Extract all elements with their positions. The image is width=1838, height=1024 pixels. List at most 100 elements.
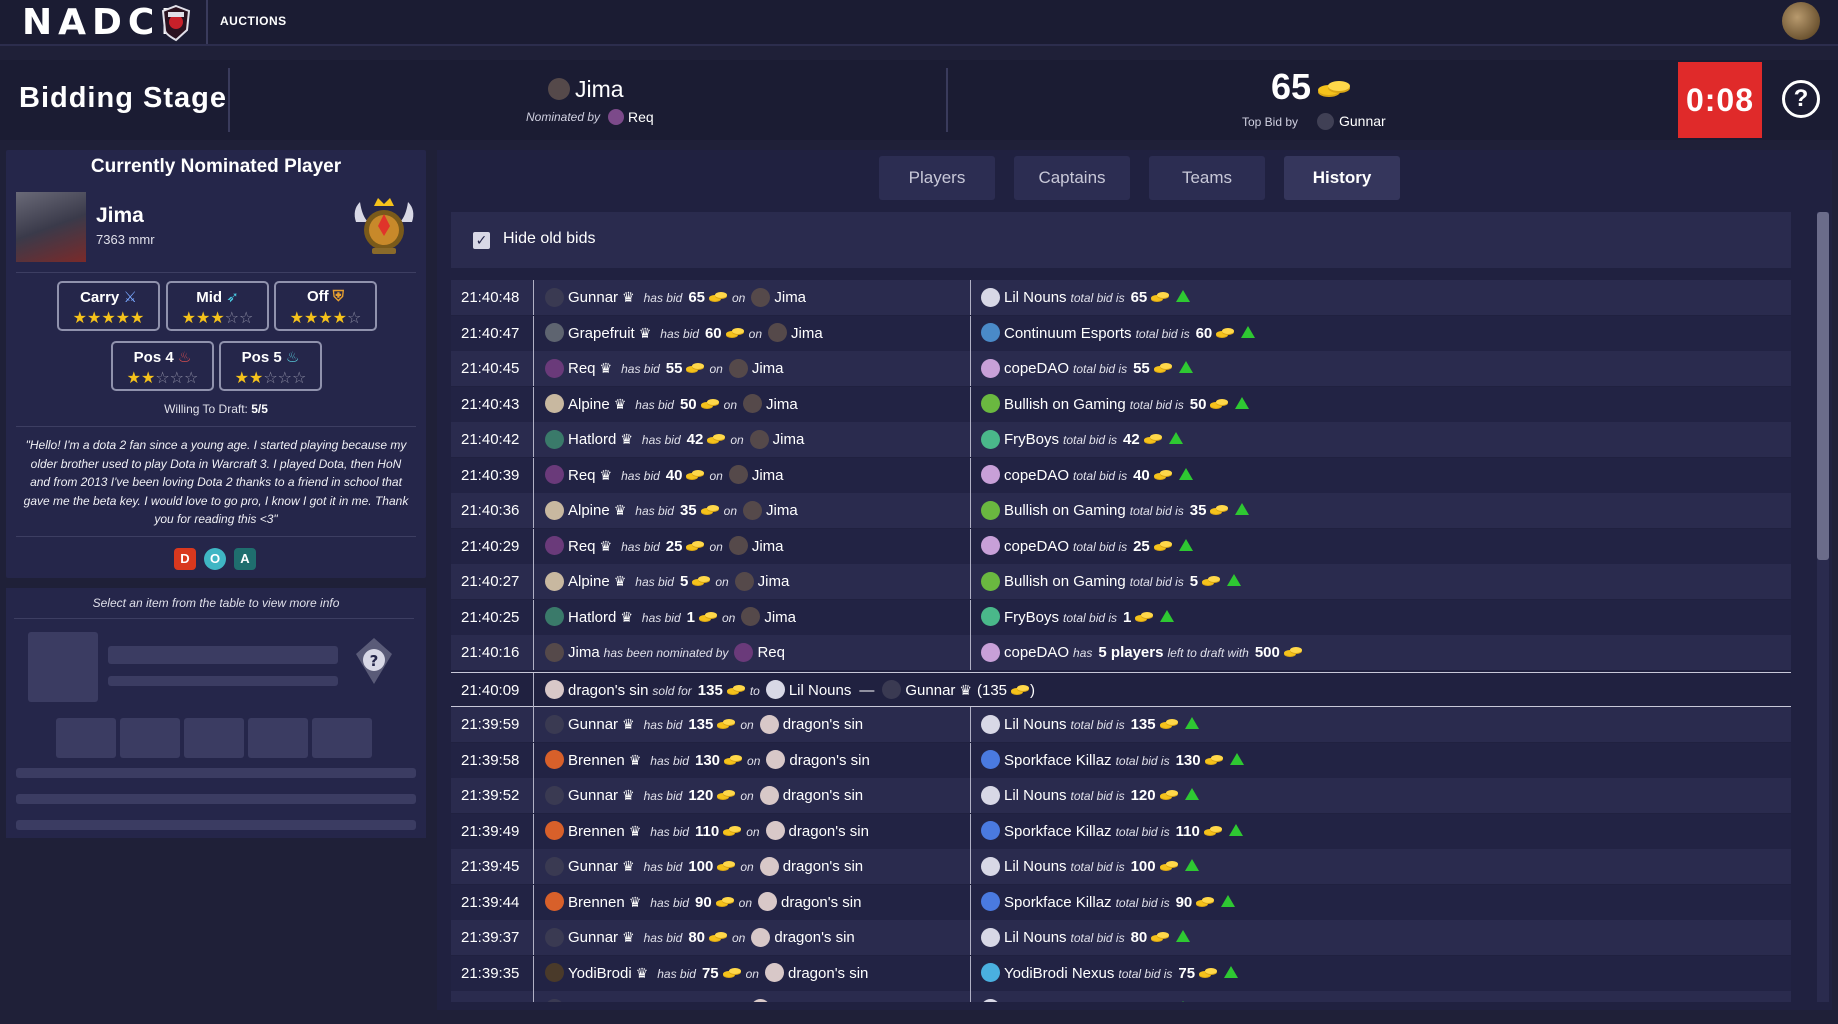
captain-name[interactable]: Gunnar <box>568 289 618 306</box>
player-name[interactable]: dragon's sin <box>788 965 868 982</box>
history-row[interactable]: 21:40:25 Hatlord ♛ has bid 1 on Jima FryBoys tot… <box>451 599 1791 635</box>
team-name[interactable]: Lil Nouns <box>1004 1000 1067 1002</box>
player-name[interactable]: dragon's sin <box>781 894 861 911</box>
tab-teams[interactable]: Teams <box>1149 156 1265 200</box>
captain-name[interactable]: YodiBrodi <box>568 965 632 982</box>
history-row[interactable]: 21:39:52 Gunnar ♛ has bid 120 on dragon's sin L… <box>451 778 1791 813</box>
tab-captains[interactable]: Captains <box>1014 156 1130 200</box>
player-name[interactable]: dragon's sin <box>783 716 863 733</box>
tab-history[interactable]: History <box>1284 156 1400 200</box>
team-name[interactable]: Lil Nouns <box>1004 289 1067 306</box>
captain-name[interactable]: Gunnar <box>568 716 618 733</box>
team-name[interactable]: copeDAO <box>1004 360 1069 377</box>
captain-name[interactable]: Req <box>568 360 596 377</box>
captain-name[interactable]: Hatlord <box>568 431 616 448</box>
player-name[interactable]: Jima <box>752 538 784 555</box>
team-name[interactable]: Lil Nouns <box>789 682 852 699</box>
history-row[interactable]: 21:40:42 Hatlord ♛ has bid 42 on Jima FryBoys to… <box>451 422 1791 457</box>
player-name[interactable]: Jima <box>774 289 806 306</box>
team-name[interactable]: Bullish on Gaming <box>1004 396 1126 413</box>
captain-name[interactable]: Alpine <box>568 502 610 519</box>
history-row[interactable]: 21:39:58 Brennen ♛ has bid 130 on dragon's sin… <box>451 742 1791 778</box>
captain-name[interactable]: Gunnar <box>568 787 618 804</box>
stratz-icon[interactable]: A <box>234 548 256 570</box>
history-row[interactable]: 21:39:37 Gunnar ♛ has bid 80 on dragon's sin Li… <box>451 920 1791 955</box>
captain-name[interactable]: Grapefruit <box>568 325 635 342</box>
history-row[interactable]: 21:40:36 Alpine ♛ has bid 35 on Jima Bullish on… <box>451 493 1791 528</box>
help-icon[interactable]: ? <box>1782 80 1820 118</box>
history-row[interactable]: 21:39:25Gunnar♛has bid70ondragon's sinLi… <box>451 991 1791 1002</box>
player-name[interactable]: Jima <box>758 573 790 590</box>
player-name[interactable]: Jima <box>752 467 784 484</box>
captain-name[interactable]: Brennen <box>568 894 625 911</box>
player-name[interactable]: Jima <box>764 609 796 626</box>
dotabuff-icon[interactable]: D <box>174 548 196 570</box>
team-name[interactable]: Sporkface Killaz <box>1004 752 1112 769</box>
history-row[interactable]: 21:40:27 Alpine ♛ has bid 5 on Jima Bullish on … <box>451 564 1791 599</box>
opendota-icon[interactable]: O <box>204 548 226 570</box>
captain-name[interactable]: Req <box>568 467 596 484</box>
history-row[interactable]: 21:40:45 Req ♛ has bid 55 on Jima copeDAO total … <box>451 351 1791 386</box>
history-row[interactable]: 21:40:43 Alpine ♛ has bid 50 on Jima Bullish on… <box>451 386 1791 422</box>
player-name[interactable]: Jima <box>791 325 823 342</box>
nominee-name[interactable]: Jima <box>575 76 624 103</box>
hide-old-bids-checkbox[interactable]: ✓ <box>473 232 490 249</box>
team-name[interactable]: Lil Nouns <box>1004 716 1067 733</box>
player-name[interactable]: Jima <box>766 396 798 413</box>
history-row[interactable]: 21:40:16 Jima has been nominated by Req cope… <box>451 635 1791 670</box>
history-row[interactable]: 21:39:49 Brennen ♛ has bid 110 on dragon's sin… <box>451 813 1791 849</box>
captain-name[interactable]: Alpine <box>568 396 610 413</box>
team-name[interactable]: copeDAO <box>1004 467 1069 484</box>
user-avatar[interactable] <box>1782 2 1820 40</box>
team-name[interactable]: copeDAO <box>1004 644 1069 661</box>
player-name[interactable]: dragon's sin <box>774 929 854 946</box>
history-row[interactable]: 21:40:29 Req ♛ has bid 25 on Jima copeDAO total … <box>451 528 1791 564</box>
team-name[interactable]: Lil Nouns <box>1004 858 1067 875</box>
player-name[interactable]: dragon's sin <box>783 858 863 875</box>
player-name[interactable]: dragon's sin <box>568 682 648 699</box>
team-name[interactable]: Sporkface Killaz <box>1004 894 1112 911</box>
captain-name[interactable]: Brennen <box>568 823 625 840</box>
team-name[interactable]: Bullish on Gaming <box>1004 502 1126 519</box>
team-name[interactable]: YodiBrodi Nexus <box>1004 965 1114 982</box>
player-name[interactable]: Jima <box>766 502 798 519</box>
player-name[interactable]: dragon's sin <box>783 787 863 804</box>
captain-name[interactable]: Req <box>757 644 785 661</box>
player-name[interactable]: Jima <box>752 360 784 377</box>
tab-players[interactable]: Players <box>879 156 995 200</box>
player-name[interactable]: dragon's sin <box>774 1000 854 1002</box>
history-row[interactable]: 21:39:35 YodiBrodi ♛ has bid 75 on dragon's si… <box>451 955 1791 991</box>
history-scrollbar[interactable] <box>1817 212 1829 1002</box>
team-name[interactable]: copeDAO <box>1004 538 1069 555</box>
scrollbar-thumb[interactable] <box>1817 212 1829 560</box>
captain-name[interactable]: Req <box>568 538 596 555</box>
team-name[interactable]: Bullish on Gaming <box>1004 573 1126 590</box>
nominator-name[interactable]: Req <box>628 109 654 125</box>
history-row-sold[interactable]: 21:40:09 dragon's sin sold for 135 to Lil Nou… <box>451 671 1791 708</box>
team-name[interactable]: Lil Nouns <box>1004 787 1067 804</box>
history-row[interactable]: 21:39:45 Gunnar ♛ has bid 100 on dragon's sin L… <box>451 849 1791 884</box>
captain-name[interactable]: Hatlord <box>568 609 616 626</box>
player-name[interactable]: Jima <box>568 644 600 661</box>
captain-name[interactable]: Gunnar <box>568 858 618 875</box>
history-row[interactable]: 21:39:59 Gunnar ♛ has bid 135 on dragon's sin L… <box>451 707 1791 742</box>
team-name[interactable]: Continuum Esports <box>1004 325 1132 342</box>
history-row[interactable]: 21:40:47 Grapefruit ♛ has bid 60 on Jima Contin… <box>451 315 1791 351</box>
nav-auctions-link[interactable]: AUCTIONS <box>220 14 287 28</box>
team-name[interactable]: Sporkface Killaz <box>1004 823 1112 840</box>
hide-old-bids-label[interactable]: Hide old bids <box>503 230 596 248</box>
captain-name[interactable]: Gunnar <box>568 1000 618 1002</box>
player-name[interactable]: Jima <box>773 431 805 448</box>
team-name[interactable]: Lil Nouns <box>1004 929 1067 946</box>
captain-name[interactable]: Alpine <box>568 573 610 590</box>
history-row[interactable]: 21:40:48 Gunnar ♛ has bid 65 on Jima Lil Nouns t… <box>451 280 1791 315</box>
player-name[interactable]: dragon's sin <box>789 752 869 769</box>
captain-name[interactable]: Brennen <box>568 752 625 769</box>
team-name[interactable]: FryBoys <box>1004 609 1059 626</box>
team-name[interactable]: FryBoys <box>1004 431 1059 448</box>
top-bidder-name[interactable]: Gunnar <box>1339 113 1386 129</box>
player-name[interactable]: dragon's sin <box>789 823 869 840</box>
captain-name[interactable]: Gunnar <box>905 682 955 699</box>
history-row[interactable]: 21:39:44 Brennen ♛ has bid 90 on dragon's sin S… <box>451 884 1791 920</box>
captain-name[interactable]: Gunnar <box>568 929 618 946</box>
